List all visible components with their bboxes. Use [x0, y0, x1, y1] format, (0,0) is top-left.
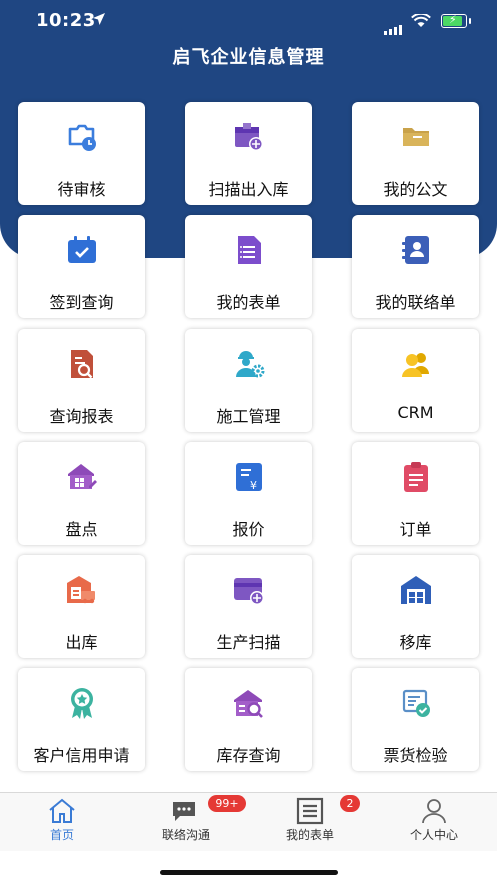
cell-signal-icon	[384, 16, 404, 35]
menu-item-label: 查询报表	[49, 407, 114, 426]
tab-home-label: 首页	[49, 828, 74, 842]
menu-item-my-documents[interactable]: 我的公文	[352, 102, 479, 205]
card-scan-icon	[234, 578, 264, 605]
chat-bubble-icon	[173, 802, 195, 821]
report-search-icon	[71, 350, 93, 379]
tab-home[interactable]: 首页	[0, 793, 124, 851]
menu-item-checkin-query[interactable]: 签到查询	[18, 215, 145, 318]
menu-item-label: 待审核	[57, 180, 106, 199]
page-title: 启飞企业信息管理	[172, 47, 325, 68]
form-icon	[238, 236, 261, 264]
house-search-icon	[234, 690, 263, 718]
home-indicator	[160, 870, 338, 875]
menu-item-pending-review[interactable]: 待审核	[18, 102, 145, 205]
menu-item-label: 我的表单	[216, 293, 281, 312]
folder-icon	[403, 128, 429, 146]
menu-item-label: 票货检验	[383, 746, 448, 765]
menu-item-label: 盘点	[65, 520, 98, 539]
menu-item-orders[interactable]: 订单	[352, 442, 479, 545]
invoice-check-icon	[402, 689, 430, 717]
tab-chat-label: 联络沟通	[161, 828, 210, 842]
clipboard-icon	[404, 462, 428, 492]
menu-item-label: CRM	[397, 403, 434, 422]
list-document-icon	[296, 797, 324, 825]
location-arrow-icon	[93, 13, 105, 25]
menu-item-scan-inout[interactable]: 扫描出入库	[185, 102, 312, 205]
tab-my-forms-label: 我的表单	[285, 828, 334, 842]
menu-item-crm[interactable]: CRM	[352, 329, 479, 432]
menu-item-label: 我的公文	[383, 180, 448, 199]
home-icon	[49, 798, 75, 823]
menu-item-stock-query[interactable]: 库存查询	[185, 668, 312, 771]
menu-item-label: 施工管理	[216, 407, 281, 426]
menu-item-label: 生产扫描	[216, 633, 281, 652]
yuan-doc-icon: ¥	[236, 463, 262, 492]
menu-item-label: 我的联络单	[375, 293, 456, 312]
menu-item-label: 移库	[399, 633, 432, 652]
menu-item-label: 客户信用申请	[33, 746, 130, 765]
battery-icon: ⚡	[441, 14, 471, 28]
menu-item-query-reports[interactable]: 查询报表	[18, 329, 145, 432]
contact-book-icon	[402, 236, 429, 264]
menu-item-label: 出库	[65, 633, 98, 652]
menu-item-production-scan[interactable]: 生产扫描	[185, 555, 312, 658]
menu-item-construction-mgmt[interactable]: 施工管理	[185, 329, 312, 432]
menu-item-my-forms[interactable]: 我的表单	[185, 215, 312, 318]
user-profile-icon	[422, 799, 446, 824]
wifi-icon	[411, 14, 431, 27]
menu-item-invoice-inspection[interactable]: 票货检验	[352, 668, 479, 771]
svg-text:¥: ¥	[250, 479, 257, 492]
menu-item-outbound[interactable]: 出库	[18, 555, 145, 658]
forms-badge: 2	[340, 795, 360, 812]
tab-my-forms[interactable]: 2 我的表单	[248, 793, 372, 851]
menu-item-label: 订单	[399, 520, 432, 539]
menu-item-transfer[interactable]: 移库	[352, 555, 479, 658]
house-edit-icon	[68, 464, 97, 489]
pending-review-icon	[68, 124, 96, 151]
bottom-tab-bar: 首页 99+ 联络沟通 2 我的表单 个人中心	[0, 792, 497, 851]
menu-item-label: 签到查询	[49, 293, 114, 312]
award-badge-icon	[71, 688, 93, 719]
status-bar: 10:23 ⚡	[0, 0, 497, 44]
calendar-check-icon	[68, 236, 96, 263]
menu-item-label: 报价	[232, 520, 265, 539]
menu-item-credit-application[interactable]: 客户信用申请	[18, 668, 145, 771]
menu-item-inventory-count[interactable]: 盘点	[18, 442, 145, 545]
people-icon	[402, 353, 429, 377]
menu-item-my-contact-sheet[interactable]: 我的联络单	[352, 215, 479, 318]
warehouse-icon	[401, 576, 431, 604]
menu-item-quotation[interactable]: ¥ 报价	[185, 442, 312, 545]
tab-chat[interactable]: 99+ 联络沟通	[124, 793, 248, 851]
tab-profile[interactable]: 个人中心	[372, 793, 496, 851]
tab-profile-label: 个人中心	[409, 828, 458, 842]
chat-unread-badge: 99+	[208, 795, 246, 812]
scan-inout-icon	[235, 123, 263, 151]
worker-gear-icon	[236, 351, 265, 378]
menu-item-label: 库存查询	[216, 746, 281, 765]
status-time: 10:23	[36, 10, 96, 31]
warehouse-truck-icon	[67, 576, 95, 604]
menu-item-label: 扫描出入库	[208, 180, 289, 199]
